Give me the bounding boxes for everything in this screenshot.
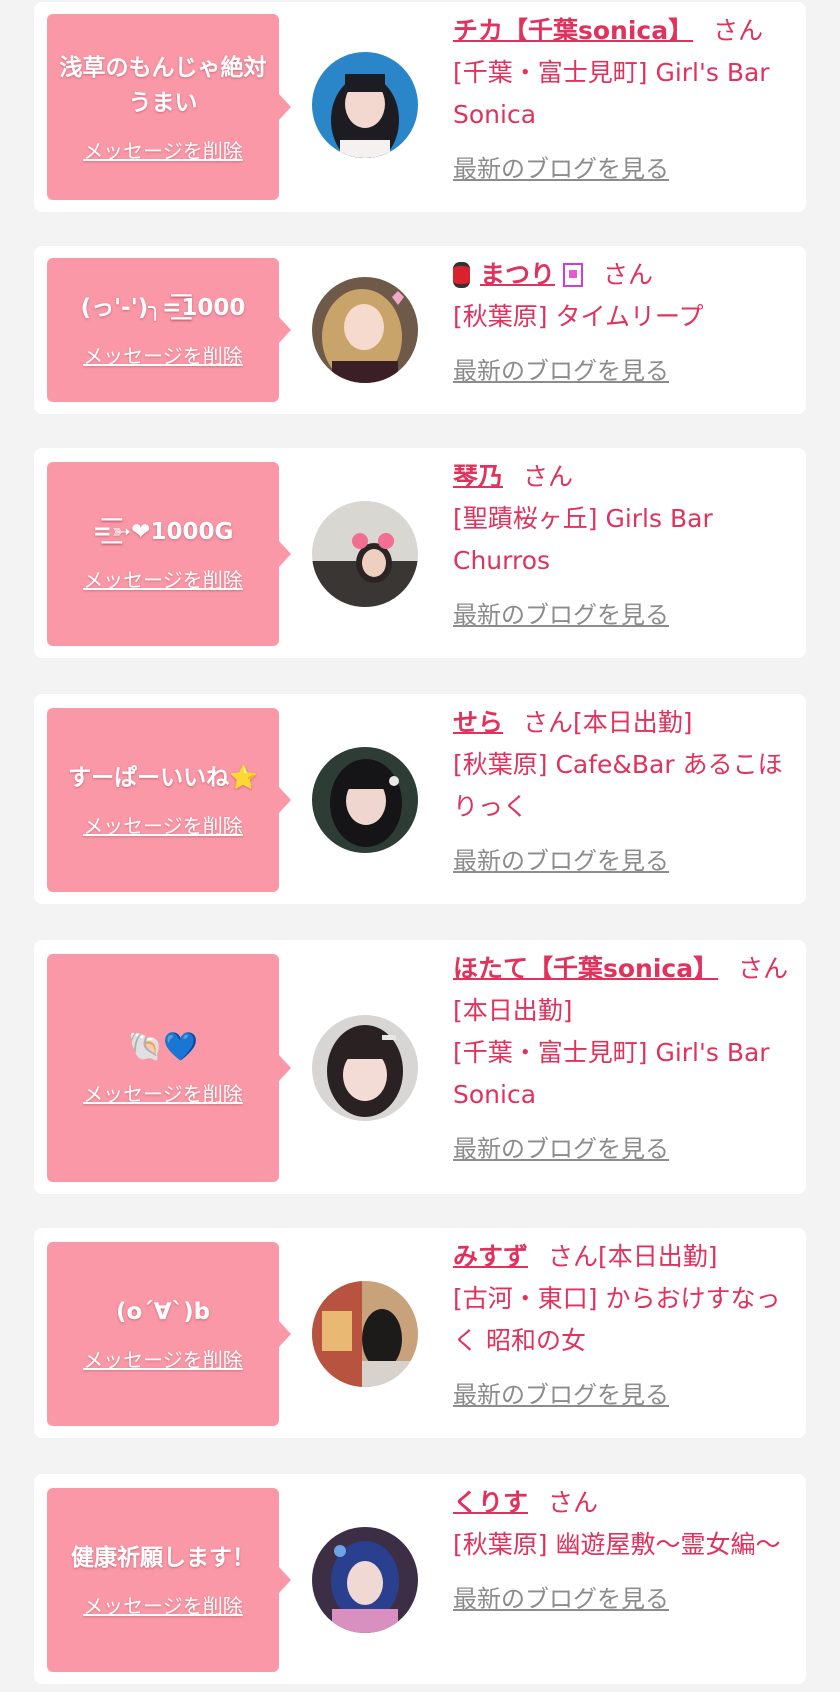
name-suffix: さん <box>713 16 764 45</box>
avatar-image <box>312 52 418 158</box>
avatar[interactable] <box>312 1015 418 1121</box>
message-text: =͟͟͞͞➳❤1000G <box>92 519 234 545</box>
latest-blog-link[interactable]: 最新のブログを見る <box>453 1374 793 1416</box>
name-suffix: さん[本日出勤] <box>523 708 693 737</box>
avatar[interactable] <box>312 1281 418 1387</box>
profile-info: まつり さん [秋葉原] タイムリープ 最新のブログを見る <box>453 254 793 392</box>
profile-name-link[interactable]: 琴乃 <box>453 462 503 491</box>
message-bubble: 🐚💙 メッセージを削除 <box>47 954 291 1182</box>
message-card: 🐚💙 メッセージを削除 ほたて【千葉sonica】 さん[本日出勤] [千葉・富士… <box>34 940 806 1194</box>
shop-name: [千葉・富士見町] Girl's Bar Sonica <box>453 58 770 129</box>
profile-name-link[interactable]: せら <box>453 708 503 737</box>
message-text: 健康祈願します！ <box>71 1545 255 1571</box>
delete-message-button[interactable]: メッセージを削除 <box>83 135 243 164</box>
profile-info: くりす さん [秋葉原] 幽遊屋敷〜霊女編〜 最新のブログを見る <box>453 1482 793 1620</box>
avatar-image <box>312 1281 418 1387</box>
avatar-image <box>312 1015 418 1121</box>
avatar[interactable] <box>312 52 418 158</box>
latest-blog-link[interactable]: 最新のブログを見る <box>453 1578 793 1620</box>
profile-info: せら さん[本日出勤] [秋葉原] Cafe&Bar あるこほりっく 最新のブログ… <box>453 702 793 882</box>
message-card: 健康祈願します！ メッセージを削除 くりす さん [秋葉原] 幽遊屋敷〜霊女編〜 … <box>34 1474 806 1684</box>
latest-blog-link[interactable]: 最新のブログを見る <box>453 594 793 636</box>
name-suffix: さん <box>523 462 574 491</box>
shop-name: [古河・東口] からおけすなっく 昭和の女 <box>453 1284 781 1355</box>
profile-info: 琴乃 さん [聖蹟桜ヶ丘] Girls Bar Churros 最新のブログを見る <box>453 456 793 636</box>
shop-name: [聖蹟桜ヶ丘] Girls Bar Churros <box>453 504 713 575</box>
delete-message-button[interactable]: メッセージを削除 <box>83 1344 243 1373</box>
avatar-image <box>312 277 418 383</box>
message-text: (o´∀`)b <box>115 1299 211 1325</box>
name-suffix: さん[本日出勤] <box>548 1242 718 1271</box>
avatar[interactable] <box>312 747 418 853</box>
message-card: =͟͟͞͞➳❤1000G メッセージを削除 琴乃 さん [聖蹟桜ヶ丘] Girls… <box>34 448 806 658</box>
profile-info: ほたて【千葉sonica】 さん[本日出勤] [千葉・富士見町] Girl's B… <box>453 948 793 1170</box>
message-card: (っ'-')╮=͟͟͞͞1000 メッセージを削除 まつり さん [秋葉原] タイ… <box>34 246 806 414</box>
name-suffix: さん <box>603 260 654 289</box>
message-text: すーぱーいいね⭐️ <box>68 765 258 791</box>
avatar-image <box>312 501 418 607</box>
shop-name: [秋葉原] 幽遊屋敷〜霊女編〜 <box>453 1530 781 1559</box>
profile-name-link[interactable]: みすず <box>453 1242 528 1271</box>
lantern-icon <box>453 262 470 288</box>
message-bubble: 浅草のもんじゃ絶対うまい メッセージを削除 <box>47 14 291 200</box>
latest-blog-link[interactable]: 最新のブログを見る <box>453 148 793 190</box>
message-text: (っ'-')╮=͟͟͞͞1000 <box>80 295 246 321</box>
avatar[interactable] <box>312 501 418 607</box>
profile-name-link[interactable]: ほたて【千葉sonica】 <box>453 954 718 983</box>
message-bubble: =͟͟͞͞➳❤1000G メッセージを削除 <box>47 462 291 646</box>
profile-info: みすず さん[本日出勤] [古河・東口] からおけすなっく 昭和の女 最新のブログ… <box>453 1236 793 1416</box>
message-card: すーぱーいいね⭐️ メッセージを削除 せら さん[本日出勤] [秋葉原] Cafe… <box>34 694 806 904</box>
profile-name: まつり <box>480 260 556 289</box>
avatar[interactable] <box>312 277 418 383</box>
message-bubble: 健康祈願します！ メッセージを削除 <box>47 1488 291 1672</box>
delete-message-button[interactable]: メッセージを削除 <box>83 564 243 593</box>
profile-name-link[interactable]: まつり <box>453 260 584 289</box>
delete-message-button[interactable]: メッセージを削除 <box>83 1590 243 1619</box>
message-bubble: (っ'-')╮=͟͟͞͞1000 メッセージを削除 <box>47 258 291 402</box>
latest-blog-link[interactable]: 最新のブログを見る <box>453 840 793 882</box>
message-text: 🐚💙 <box>128 1030 198 1063</box>
delete-message-button[interactable]: メッセージを削除 <box>83 1078 243 1107</box>
message-card: 浅草のもんじゃ絶対うまい メッセージを削除 チカ【千葉sonica】 さん [千葉… <box>34 2 806 212</box>
profile-name-link[interactable]: チカ【千葉sonica】 <box>453 16 693 45</box>
shop-name: [秋葉原] Cafe&Bar あるこほりっく <box>453 750 783 821</box>
profile-name-link[interactable]: くりす <box>453 1488 528 1517</box>
avatar-image <box>312 1527 418 1633</box>
avatar[interactable] <box>312 1527 418 1633</box>
latest-blog-link[interactable]: 最新のブログを見る <box>453 350 793 392</box>
message-bubble: すーぱーいいね⭐️ メッセージを削除 <box>47 708 291 892</box>
shop-name: [千葉・富士見町] Girl's Bar Sonica <box>453 1038 770 1109</box>
message-bubble: (o´∀`)b メッセージを削除 <box>47 1242 291 1426</box>
delete-message-button[interactable]: メッセージを削除 <box>83 340 243 369</box>
avatar-image <box>312 747 418 853</box>
message-text: 浅草のもんじゃ絶対うまい <box>59 54 267 116</box>
message-card: (o´∀`)b メッセージを削除 みすず さん[本日出勤] [古河・東口] からお… <box>34 1228 806 1438</box>
tag-icon <box>563 263 584 287</box>
latest-blog-link[interactable]: 最新のブログを見る <box>453 1128 793 1170</box>
shop-name: [秋葉原] タイムリープ <box>453 302 704 331</box>
delete-message-button[interactable]: メッセージを削除 <box>83 810 243 839</box>
name-suffix: さん <box>548 1488 599 1517</box>
profile-info: チカ【千葉sonica】 さん [千葉・富士見町] Girl's Bar Soni… <box>453 10 793 190</box>
